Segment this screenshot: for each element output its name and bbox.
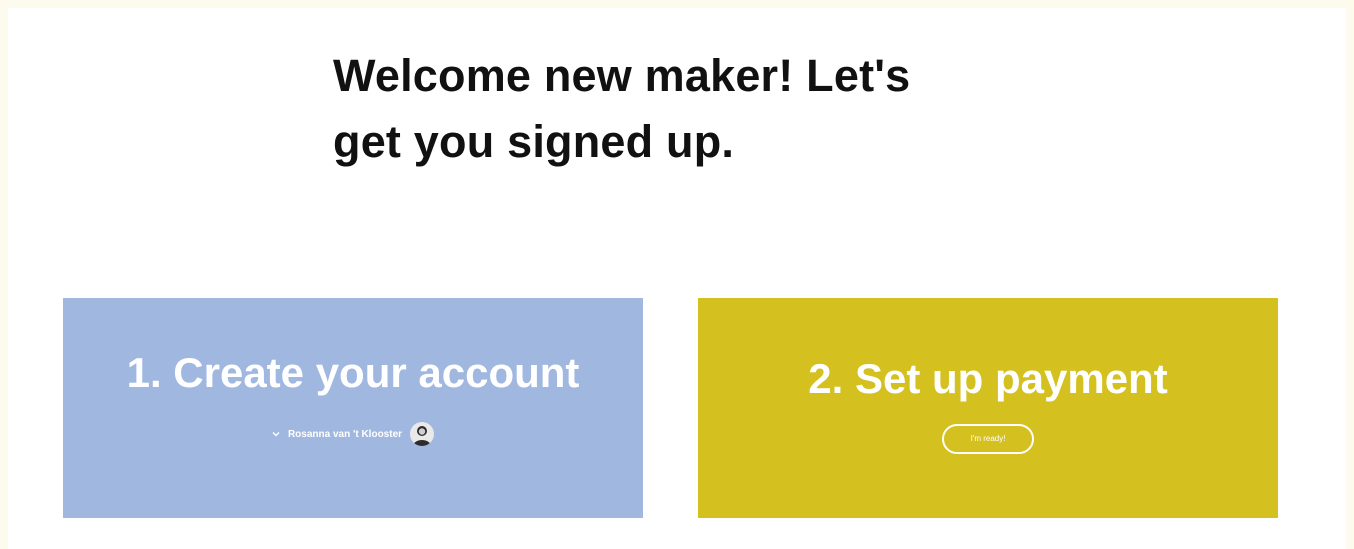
user-avatar	[410, 422, 435, 446]
welcome-heading: Welcome new maker! Let's get you signed …	[333, 43, 1033, 175]
setup-payment-card: 2. Set up payment I'm ready!	[698, 298, 1278, 518]
welcome-line-1: Welcome new maker! Let's	[333, 50, 911, 101]
account-user-name: Rosanna van 't Klooster	[287, 428, 403, 440]
welcome-line-2: get you signed up.	[333, 116, 735, 167]
im-ready-button[interactable]: I'm ready!	[942, 424, 1034, 454]
create-account-card: 1. Create your account Rosanna van 't Kl…	[63, 298, 643, 518]
chevron-down-icon	[272, 432, 280, 437]
account-menu[interactable]: Rosanna van 't Klooster	[63, 422, 643, 446]
setup-payment-title: 2. Set up payment	[808, 355, 1168, 402]
page-frame: Welcome new maker! Let's get you signed …	[0, 0, 1354, 549]
create-account-title: 1. Create your account	[126, 349, 580, 396]
